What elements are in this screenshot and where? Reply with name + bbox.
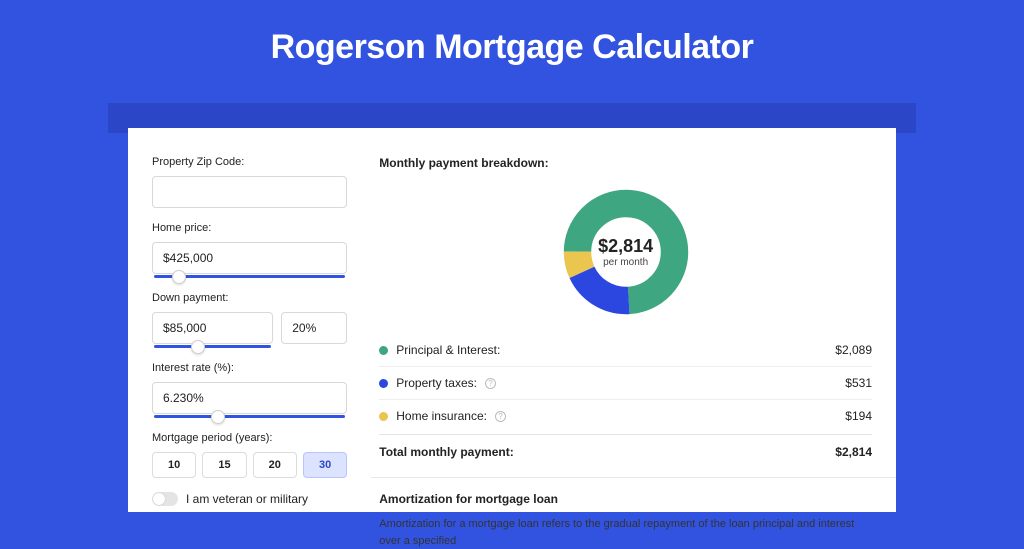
home-price-input[interactable] (152, 242, 347, 274)
legend-label: Home insurance: (396, 409, 487, 423)
info-icon[interactable]: ? (495, 411, 506, 422)
down-payment-input[interactable] (152, 312, 273, 344)
legend-value: $2,089 (835, 343, 872, 357)
down-payment-slider-thumb[interactable] (191, 340, 205, 354)
home-price-slider-thumb[interactable] (172, 270, 186, 284)
veteran-label: I am veteran or military (186, 492, 308, 506)
page-title: Rogerson Mortgage Calculator (0, 0, 1024, 93)
form-column: Property Zip Code: Home price: Down paym… (128, 128, 371, 512)
donut-sub: per month (603, 257, 648, 268)
down-payment-pct-input[interactable] (281, 312, 347, 344)
breakdown-column: Monthly payment breakdown: $2,814 per mo… (371, 128, 896, 512)
donut-amount: $2,814 (598, 236, 653, 257)
home-price-field: Home price: (152, 222, 347, 274)
donut-chart: $2,814 per month (562, 188, 690, 316)
veteran-row: I am veteran or military (152, 492, 347, 506)
info-icon[interactable]: ? (485, 378, 496, 389)
legend-label: Principal & Interest: (396, 343, 500, 357)
legend-label: Property taxes: (396, 376, 477, 390)
home-price-label: Home price: (152, 222, 347, 234)
total-row: Total monthly payment: $2,814 (379, 434, 872, 471)
legend-value: $531 (845, 376, 872, 390)
period-button-15[interactable]: 15 (202, 452, 246, 478)
period-buttons: 1015 2030 (152, 452, 347, 478)
amortization-text: Amortization for a mortgage loan refers … (379, 516, 872, 549)
legend-dot-icon (379, 379, 388, 388)
period-label: Mortgage period (years): (152, 432, 347, 444)
down-payment-field: Down payment: (152, 292, 347, 344)
zip-input[interactable] (152, 176, 347, 208)
interest-label: Interest rate (%): (152, 362, 347, 374)
legend-dot-icon (379, 346, 388, 355)
period-button-20[interactable]: 20 (253, 452, 297, 478)
legend-value: $194 (845, 409, 872, 423)
down-payment-label: Down payment: (152, 292, 347, 304)
zip-label: Property Zip Code: (152, 156, 347, 168)
interest-field: Interest rate (%): (152, 362, 347, 414)
legend-row: Property taxes:? $531 (379, 366, 872, 399)
legend-row: Home insurance:? $194 (379, 399, 872, 432)
section-divider (371, 477, 896, 478)
donut-chart-wrap: $2,814 per month (379, 180, 872, 334)
amortization-title: Amortization for mortgage loan (379, 492, 872, 506)
legend: Principal & Interest: $2,089 Property taxe… (379, 334, 872, 432)
toggle-knob (153, 493, 165, 505)
veteran-toggle[interactable] (152, 492, 178, 506)
interest-slider[interactable] (154, 415, 345, 418)
zip-field: Property Zip Code: (152, 156, 347, 208)
total-value: $2,814 (835, 445, 872, 459)
legend-row: Principal & Interest: $2,089 (379, 334, 872, 366)
interest-input[interactable] (152, 382, 347, 414)
period-button-30[interactable]: 30 (303, 452, 347, 478)
down-payment-slider[interactable] (154, 345, 271, 348)
total-label: Total monthly payment: (379, 445, 513, 459)
breakdown-title: Monthly payment breakdown: (379, 156, 872, 170)
donut-center: $2,814 per month (562, 188, 690, 316)
period-button-10[interactable]: 10 (152, 452, 196, 478)
period-field: Mortgage period (years): 1015 2030 (152, 432, 347, 478)
interest-slider-thumb[interactable] (211, 410, 225, 424)
legend-dot-icon (379, 412, 388, 421)
calculator-card: Property Zip Code: Home price: Down paym… (128, 128, 896, 512)
